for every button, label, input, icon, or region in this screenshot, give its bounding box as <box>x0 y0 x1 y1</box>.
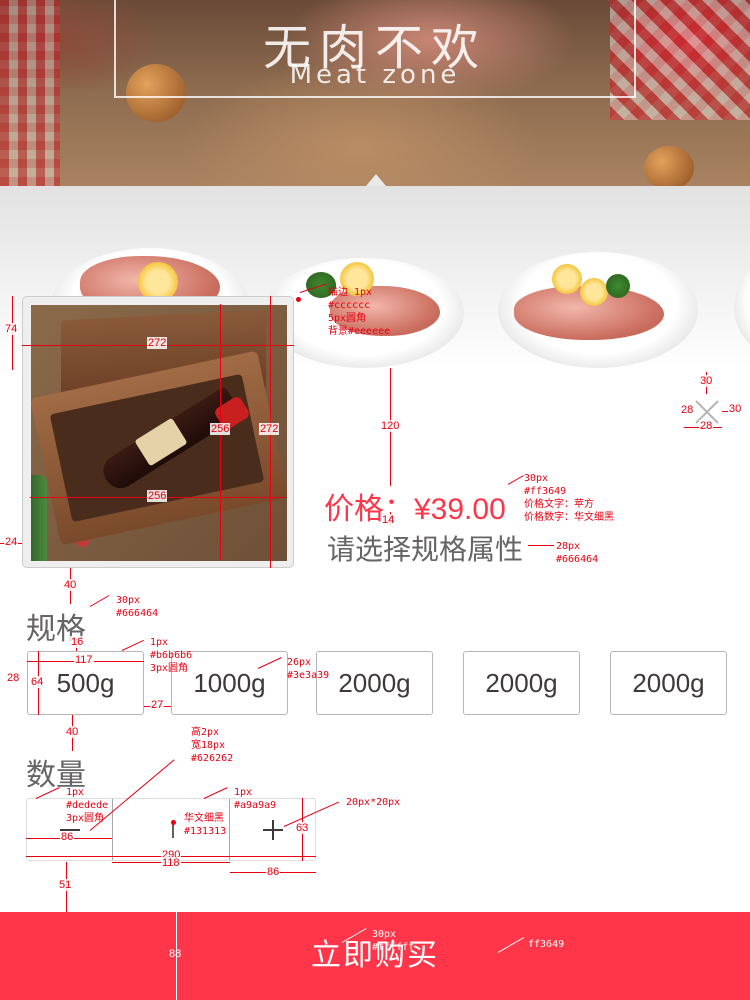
annotation-text: 价格文字：苹方 <box>524 499 594 510</box>
annotation-dot <box>296 297 301 302</box>
spec-option-2000g[interactable]: 2000g <box>610 651 727 715</box>
annotation-option-text: 26px #3e3a39 <box>287 656 329 682</box>
dimension-label: 86 <box>60 831 75 843</box>
annotation-text: 1px <box>150 637 169 648</box>
dimension-label: 28 <box>680 404 695 416</box>
annotation-divider: 1px #a9a9a9 <box>234 786 276 812</box>
green-bottle <box>31 475 47 561</box>
spec-option-2000g[interactable]: 2000g <box>316 651 433 715</box>
annotation-card-border: 描边 1px #cccccc 5px圆角 背景#eeeeee <box>328 286 390 338</box>
dimension-label: 117 <box>74 654 94 666</box>
annotation-leader <box>121 639 144 651</box>
annotation-text: 3px圆角 <box>150 663 189 674</box>
dimension-label: 27 <box>150 699 165 711</box>
dimension-label: 63 <box>295 822 310 834</box>
annotation-text: #666464 <box>116 608 159 619</box>
annotation-text: #a9a9a9 <box>234 800 277 811</box>
annotation-cursor: 高2px 宽18px #626262 <box>191 726 233 765</box>
herb-image <box>606 274 630 298</box>
annotation-text: 30px <box>116 595 141 606</box>
annotation-text: 28px <box>556 541 581 552</box>
banner-subtitle: Meat zone <box>289 60 461 90</box>
annotation-plus-size: 20px*20px <box>346 797 401 808</box>
annotation-text: 30px <box>372 929 397 940</box>
dimension-label: 272 <box>147 337 168 349</box>
dimension-label: 120 <box>380 420 401 432</box>
dimension-label: 51 <box>58 879 73 891</box>
dimension-label: 28 <box>6 672 21 684</box>
dimension-label: 88 <box>169 948 182 960</box>
annotation-text: 宽18px <box>191 740 226 751</box>
annotation-text: 3px圆角 <box>66 813 105 824</box>
lemon-image <box>552 264 582 294</box>
dimension-label: 64 <box>30 676 45 688</box>
dimension-label: 74 <box>4 323 19 335</box>
annotation-text: 1px <box>66 787 85 798</box>
annotation-text: #131313 <box>184 826 227 837</box>
annotation-leader <box>528 545 554 546</box>
hero-banner: 无肉不欢 Meat zone <box>0 0 750 186</box>
annotation-spec-title: 30px #666464 <box>116 594 158 620</box>
annotation-text: #cccccc <box>328 300 371 311</box>
dimension-label: 256 <box>147 490 168 502</box>
annotation-leader <box>507 475 524 485</box>
price-value: ¥39.00 <box>414 493 506 526</box>
select-spec-hint: 请选择规格属性 <box>327 533 524 566</box>
dimension-label: 86 <box>266 866 281 878</box>
annotation-stepper-border: 1px #dedede 3px圆角 <box>66 786 108 825</box>
dimension-label: 118 <box>161 857 181 869</box>
annotation-text: #ff3649 <box>524 486 567 497</box>
annotation-hint: 28px #666464 <box>556 540 598 566</box>
annotation-buy-bg: ff3649 <box>528 939 565 950</box>
dimension-label: 272 <box>259 423 280 435</box>
annotation-buy-text: 30px #ffffff <box>372 928 414 954</box>
annotation-text: #666464 <box>556 554 599 565</box>
lemon-image <box>580 278 608 306</box>
plate-image <box>734 252 750 362</box>
price-display: 价格：¥39.00 <box>324 484 506 528</box>
annotation-price: 30px #ff3649 价格文字：苹方 价格数字：华文细黑 <box>524 472 614 524</box>
annotation-text: #b6b6b6 <box>150 650 193 661</box>
annotation-option-border: 1px #b6b6b6 3px圆角 <box>150 636 192 675</box>
hazelnut-decoration <box>644 146 694 186</box>
annotation-text: 价格数字：华文细黑 <box>524 512 614 523</box>
dimension-label: 40 <box>63 579 78 591</box>
annotation-text: 1px <box>234 787 253 798</box>
buy-now-button[interactable]: 立即购买 <box>0 912 750 1000</box>
dimension-label: 14 <box>381 514 396 526</box>
annotation-text: 26px <box>287 657 312 668</box>
annotation-text: 高2px <box>191 727 220 738</box>
dimension-label: 16 <box>70 636 85 648</box>
annotation-qty-font: 华文细黑 #131313 <box>184 812 226 838</box>
annotation-text: 描边 1px <box>328 287 373 298</box>
annotation-text: #ffffff <box>372 942 415 953</box>
annotation-leader <box>89 595 110 607</box>
caret-up-icon <box>366 174 386 186</box>
annotation-text: #3e3a39 <box>287 670 330 681</box>
dimension-label: 30 <box>728 403 743 415</box>
dimension-label: 24 <box>4 536 19 548</box>
spec-option-2000g[interactable]: 2000g <box>463 651 580 715</box>
dimension-label: 30 <box>699 375 714 387</box>
annotation-text: #626262 <box>191 753 234 764</box>
dimension-label: 28 <box>699 420 714 432</box>
dimension-label: 40 <box>65 726 80 738</box>
annotation-text: #dedede <box>66 800 109 811</box>
price-label: 价格： <box>324 492 414 527</box>
annotation-dot <box>171 820 176 825</box>
annotation-text: 30px <box>524 473 549 484</box>
dimension-label: 256 <box>210 423 231 435</box>
annotation-text: 5px圆角 <box>328 313 367 324</box>
annotation-text: 背景#eeeeee <box>328 326 391 337</box>
annotation-text: 华文细黑 <box>184 813 224 824</box>
